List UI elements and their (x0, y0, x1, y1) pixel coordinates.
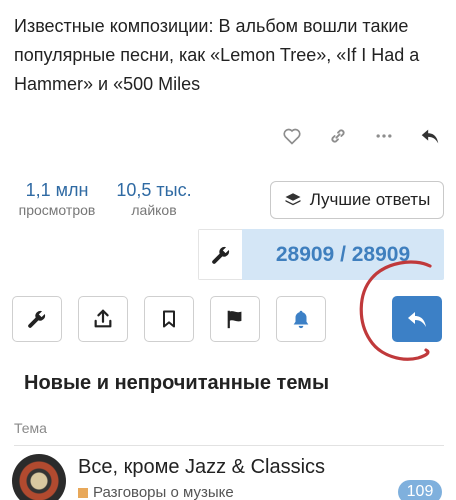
views-label: просмотров (18, 202, 96, 218)
likes-count: 10,5 тыс. (116, 180, 192, 200)
category-color-swatch (78, 487, 88, 498)
topic-category-label: Разговоры о музыке (93, 484, 234, 500)
topic-category[interactable]: Разговоры о музыке (78, 484, 234, 500)
topic-row[interactable]: Все, кроме Jazz & Classics Разговоры о м… (0, 446, 456, 500)
post-actions (280, 124, 442, 148)
section-title: Новые и непрочитанные темы (24, 372, 330, 394)
post-counter[interactable]: 28909 / 28909 (242, 229, 444, 280)
best-answers-label: Лучшие ответы (309, 190, 431, 209)
topic-unread-count[interactable]: 109 (398, 480, 442, 500)
reply-icon (408, 312, 426, 327)
column-header-topic: Тема (14, 420, 47, 436)
topic-progress: 28909 / 28909 (198, 229, 444, 280)
bell-icon (293, 310, 309, 329)
topic-avatar (12, 454, 66, 500)
share-icon (94, 309, 112, 328)
bookmark-icon (163, 310, 175, 328)
copy-link-icon[interactable] (326, 124, 350, 148)
wrench-button[interactable] (12, 296, 62, 342)
wrench-icon (28, 310, 46, 328)
best-answers-button[interactable]: Лучшие ответы (270, 181, 444, 219)
topic-toolbar (12, 296, 444, 342)
reply-arrow-icon[interactable] (418, 124, 442, 148)
like-heart-icon[interactable] (280, 124, 304, 148)
views-count: 1,1 млн (25, 180, 89, 200)
bookmark-button[interactable] (144, 296, 194, 342)
views-stat: 1,1 млн просмотров (14, 180, 100, 218)
post-text: Известные композиции: В альбом вошли так… (14, 16, 420, 94)
share-button[interactable] (78, 296, 128, 342)
flag-button[interactable] (210, 296, 260, 342)
more-options-icon[interactable] (372, 124, 396, 148)
admin-wrench-button[interactable] (198, 229, 242, 280)
topic-title[interactable]: Все, кроме Jazz & Classics (78, 456, 325, 479)
likes-stat: 10,5 тыс. лайков (110, 180, 198, 218)
likes-label: лайков (131, 202, 177, 218)
layers-icon (285, 193, 301, 206)
wrench-icon (211, 246, 229, 264)
notifications-button[interactable] (276, 296, 326, 342)
flag-icon (227, 310, 242, 329)
reply-button[interactable] (392, 296, 442, 342)
